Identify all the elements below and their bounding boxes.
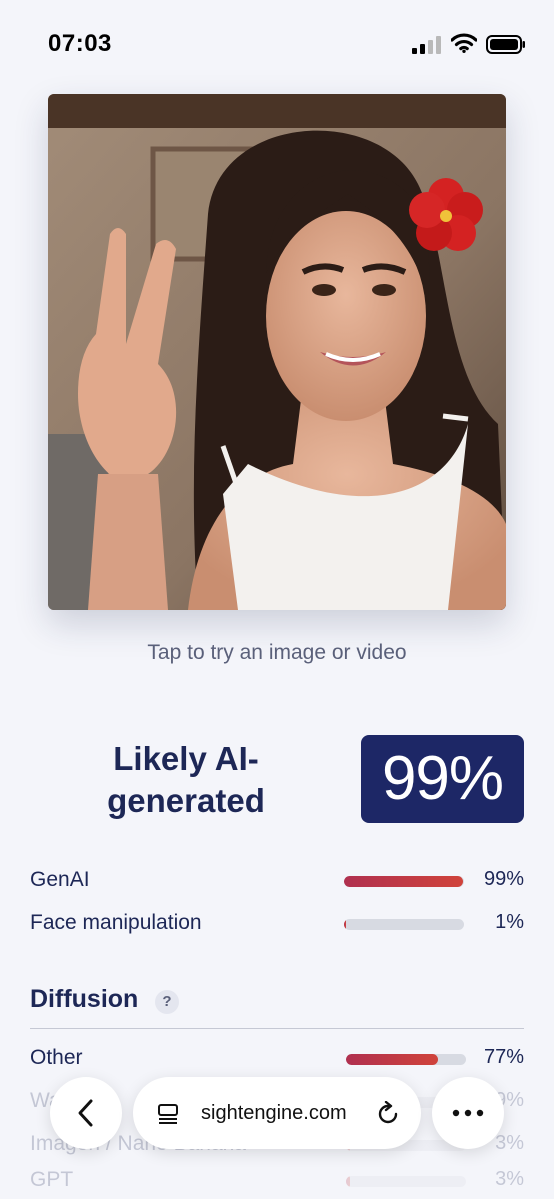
uploaded-image-preview[interactable] <box>48 94 506 610</box>
status-bar: 07:03 <box>0 0 554 80</box>
result-value: 1% <box>495 911 524 933</box>
url-text[interactable]: sightengine.com <box>201 1102 347 1125</box>
diffusion-value: 3% <box>495 1168 524 1190</box>
status-time: 07:03 <box>48 30 112 57</box>
section-divider <box>30 1028 524 1029</box>
chevron-left-icon <box>78 1099 93 1127</box>
result-bar-fill <box>344 876 463 887</box>
more-icon <box>452 1109 484 1117</box>
battery-icon <box>486 35 525 54</box>
result-label: Face manipulation <box>30 911 202 934</box>
more-button[interactable] <box>432 1077 504 1149</box>
verdict-label: Likely AI-generated <box>107 740 265 819</box>
diffusion-bar-fill <box>346 1054 439 1065</box>
result-bar-fill <box>344 919 346 930</box>
portrait-photo <box>48 94 506 610</box>
diffusion-row-other: Other 77% <box>30 1044 524 1074</box>
diffusion-row-gpt: GPT 3% <box>30 1166 524 1196</box>
result-bar-track <box>344 876 464 887</box>
browser-toolbar: sightengine.com <box>0 1075 554 1151</box>
upload-hint[interactable]: Tap to try an image or video <box>0 641 554 665</box>
result-row-genai: GenAI 99% <box>30 866 524 896</box>
reload-icon[interactable] <box>375 1101 401 1127</box>
ai-score-badge: 99% <box>361 735 524 823</box>
help-icon[interactable]: ? <box>155 990 179 1014</box>
diffusion-bar-fill <box>346 1176 350 1187</box>
result-bar-track <box>344 919 464 930</box>
reader-icon[interactable] <box>157 1103 179 1125</box>
diffusion-label: Other <box>30 1046 83 1069</box>
diffusion-bar-track <box>346 1176 466 1187</box>
wifi-icon <box>451 33 477 53</box>
result-row-face-manipulation: Face manipulation 1% <box>30 909 524 939</box>
diffusion-value: 77% <box>483 1046 524 1068</box>
result-label: GenAI <box>30 868 90 891</box>
address-bar[interactable]: sightengine.com <box>133 1077 421 1149</box>
back-button[interactable] <box>50 1077 122 1149</box>
signal-icon <box>412 36 441 54</box>
diffusion-bar-track <box>346 1054 466 1065</box>
result-value: 99% <box>483 868 524 890</box>
diffusion-section-title: Diffusion <box>30 985 139 1013</box>
diffusion-label: GPT <box>30 1168 74 1191</box>
